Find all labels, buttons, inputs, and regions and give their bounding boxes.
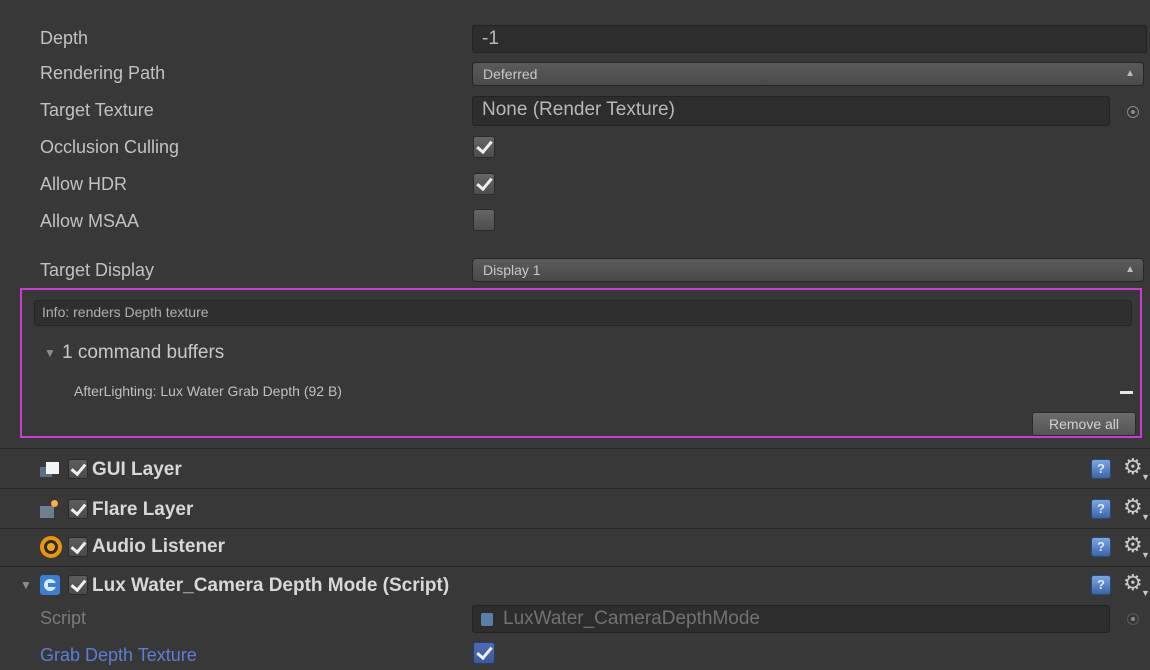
rendering-path-label: Rendering Path — [40, 63, 166, 83]
object-picker-icon — [1127, 613, 1139, 625]
allow-hdr-label: Allow HDR — [40, 174, 128, 194]
component-row-flare-layer[interactable]: Flare Layer ? ⚙ ▼ — [0, 490, 1150, 528]
separator — [0, 488, 1150, 489]
script-icon — [40, 575, 60, 595]
gear-caret-icon: ▼ — [1141, 588, 1150, 598]
gear-caret-icon: ▼ — [1141, 472, 1150, 482]
script-file-icon — [481, 613, 493, 626]
flare-layer-enabled-checkbox[interactable] — [68, 499, 88, 519]
occlusion-culling-label: Occlusion Culling — [40, 137, 180, 157]
gear-caret-icon: ▼ — [1141, 550, 1150, 560]
dropdown-arrow-icon: ▲ — [1125, 264, 1135, 275]
component-row-audio-listener[interactable]: Audio Listener ? ⚙ ▼ — [0, 528, 1150, 566]
target-display-value: Display 1 — [483, 262, 541, 278]
script-label: Script — [40, 608, 87, 628]
allow-msaa-checkbox[interactable] — [473, 209, 495, 231]
audio-listener-icon — [40, 536, 62, 558]
foldout-arrow-icon[interactable]: ▼ — [44, 346, 56, 360]
separator — [0, 448, 1150, 449]
rendering-path-value: Deferred — [483, 66, 538, 82]
gear-icon[interactable]: ⚙ — [1123, 572, 1143, 594]
help-icon[interactable]: ? — [1091, 499, 1111, 519]
target-display-label: Target Display — [40, 260, 155, 280]
gui-layer-enabled-checkbox[interactable] — [68, 459, 88, 479]
audio-listener-title: Audio Listener — [92, 536, 226, 557]
gear-caret-icon: ▼ — [1141, 512, 1150, 522]
grab-depth-texture-checkbox[interactable] — [473, 642, 495, 664]
gui-layer-title: GUI Layer — [92, 459, 182, 480]
foldout-arrow-icon[interactable]: ▼ — [20, 578, 32, 592]
grab-depth-texture-label: Grab Depth Texture — [40, 645, 197, 665]
target-texture-label: Target Texture — [40, 100, 154, 120]
allow-msaa-label: Allow MSAA — [40, 211, 140, 231]
script-value: LuxWater_CameraDepthMode — [503, 608, 760, 629]
command-buffers-title[interactable]: 1 command buffers — [62, 342, 224, 364]
gui-layer-icon — [40, 462, 60, 478]
command-buffer-panel: Info: renders Depth texture ▼ 1 command … — [20, 288, 1142, 438]
depth-label: Depth — [40, 28, 89, 48]
object-picker-icon[interactable] — [1127, 106, 1139, 118]
gear-icon[interactable]: ⚙ — [1123, 496, 1143, 518]
allow-hdr-checkbox[interactable] — [473, 173, 495, 195]
help-icon[interactable]: ? — [1091, 575, 1111, 595]
depth-field[interactable]: -1 — [472, 25, 1147, 53]
flare-layer-title: Flare Layer — [92, 499, 194, 520]
remove-buffer-button[interactable] — [1120, 391, 1133, 394]
target-texture-field[interactable]: None (Render Texture) — [472, 96, 1110, 126]
gear-icon[interactable]: ⚙ — [1123, 456, 1143, 478]
script-enabled-checkbox[interactable] — [68, 575, 88, 595]
audio-listener-enabled-checkbox[interactable] — [68, 537, 88, 557]
script-component-title: Lux Water_Camera Depth Mode (Script) — [92, 575, 450, 596]
rendering-path-dropdown[interactable]: Deferred ▲ — [472, 62, 1144, 86]
dropdown-arrow-icon: ▲ — [1125, 68, 1135, 79]
occlusion-culling-checkbox[interactable] — [473, 136, 495, 158]
script-field: LuxWater_CameraDepthMode — [472, 605, 1110, 633]
target-display-dropdown[interactable]: Display 1 ▲ — [472, 258, 1144, 282]
gear-icon[interactable]: ⚙ — [1123, 534, 1143, 556]
remove-all-button[interactable]: Remove all — [1032, 412, 1136, 436]
component-row-gui-layer[interactable]: GUI Layer ? ⚙ ▼ — [0, 450, 1150, 488]
component-row-script[interactable]: ▼ Lux Water_Camera Depth Mode (Script) ?… — [0, 566, 1150, 604]
command-buffer-entry: AfterLighting: Lux Water Grab Depth (92 … — [74, 383, 342, 399]
info-message: Info: renders Depth texture — [42, 304, 209, 320]
help-icon[interactable]: ? — [1091, 537, 1111, 557]
help-icon[interactable]: ? — [1091, 459, 1111, 479]
flare-layer-icon — [40, 500, 60, 518]
